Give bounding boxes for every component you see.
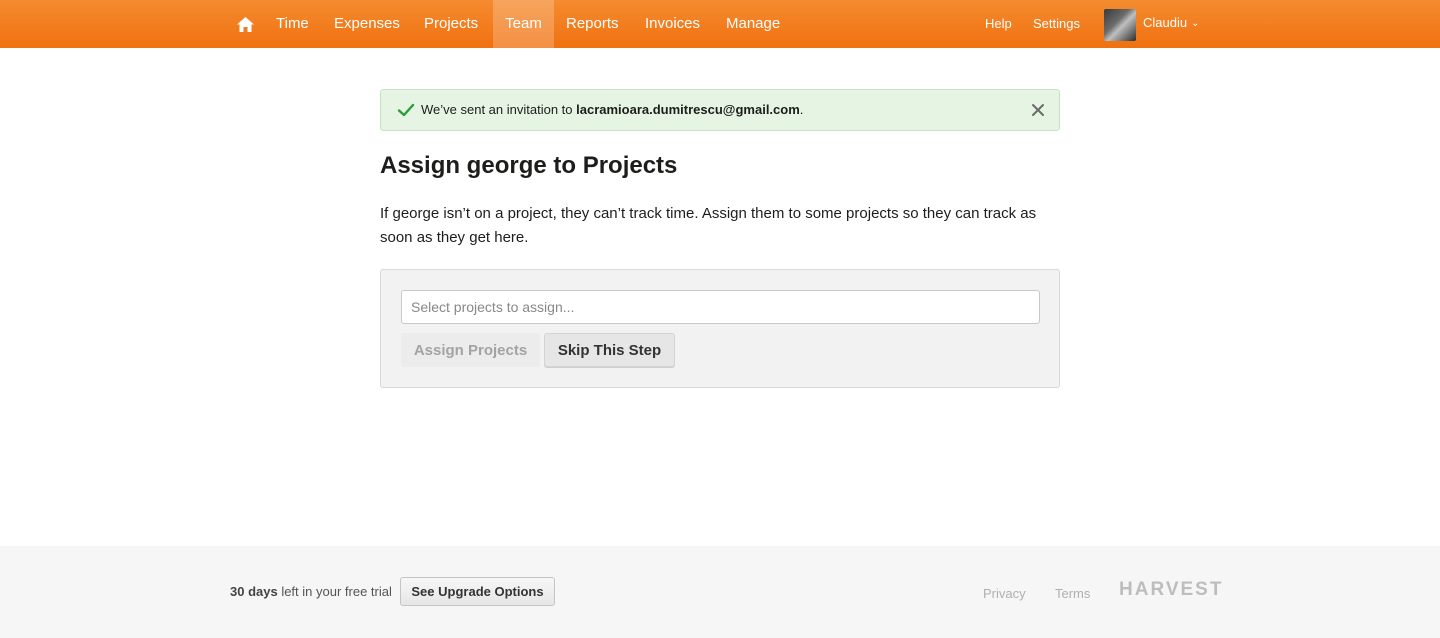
top-nav: Time Expenses Projects Team Reports Invo… xyxy=(0,0,1440,48)
checkmark-icon xyxy=(397,103,415,117)
terms-link[interactable]: Terms xyxy=(1055,546,1090,638)
nav-team[interactable]: Team xyxy=(493,0,554,48)
settings-link[interactable]: Settings xyxy=(1033,0,1080,48)
harvest-logo[interactable]: HARVEST xyxy=(1119,579,1223,601)
avatar[interactable] xyxy=(1104,9,1136,41)
privacy-link[interactable]: Privacy xyxy=(983,546,1026,638)
nav-invoices[interactable]: Invoices xyxy=(633,0,712,48)
chevron-down-icon: ⌄ xyxy=(1191,18,1200,29)
notification-text: We’ve sent an invitation to lacramioara.… xyxy=(421,90,803,130)
nav-expenses[interactable]: Expenses xyxy=(322,0,412,48)
user-name: Claudiu xyxy=(1143,15,1188,30)
nav-time[interactable]: Time xyxy=(264,0,321,48)
notification-suffix: . xyxy=(799,102,804,117)
skip-step-button[interactable]: Skip This Step xyxy=(544,333,675,367)
trial-status: 30 days left in your free trial xyxy=(230,546,392,638)
nav-reports[interactable]: Reports xyxy=(554,0,631,48)
invited-email: lacramioara.dumitrescu@gmail.com xyxy=(576,102,800,117)
nav-manage[interactable]: Manage xyxy=(714,0,792,48)
home-icon[interactable] xyxy=(230,0,260,48)
page-title: Assign george to Projects xyxy=(380,152,678,179)
notification-prefix: We’ve sent an invitation to xyxy=(421,102,577,117)
trial-days: 30 days xyxy=(230,584,278,599)
user-menu[interactable]: Claudiu ⌄ xyxy=(1143,0,1199,46)
project-select-input[interactable] xyxy=(401,290,1040,324)
help-link[interactable]: Help xyxy=(985,0,1012,48)
assign-projects-button[interactable]: Assign Projects xyxy=(401,333,540,367)
success-notification: We’ve sent an invitation to lacramioara.… xyxy=(380,89,1060,131)
page-description: If george isn’t on a project, they can’t… xyxy=(380,205,1037,246)
close-icon[interactable] xyxy=(1029,101,1047,119)
assign-projects-panel: Assign Projects Skip This Step xyxy=(380,269,1060,388)
nav-projects[interactable]: Projects xyxy=(412,0,490,48)
footer: 30 days left in your free trial See Upgr… xyxy=(0,546,1440,638)
trial-text: left in your free trial xyxy=(277,584,392,599)
upgrade-options-button[interactable]: See Upgrade Options xyxy=(400,577,555,606)
